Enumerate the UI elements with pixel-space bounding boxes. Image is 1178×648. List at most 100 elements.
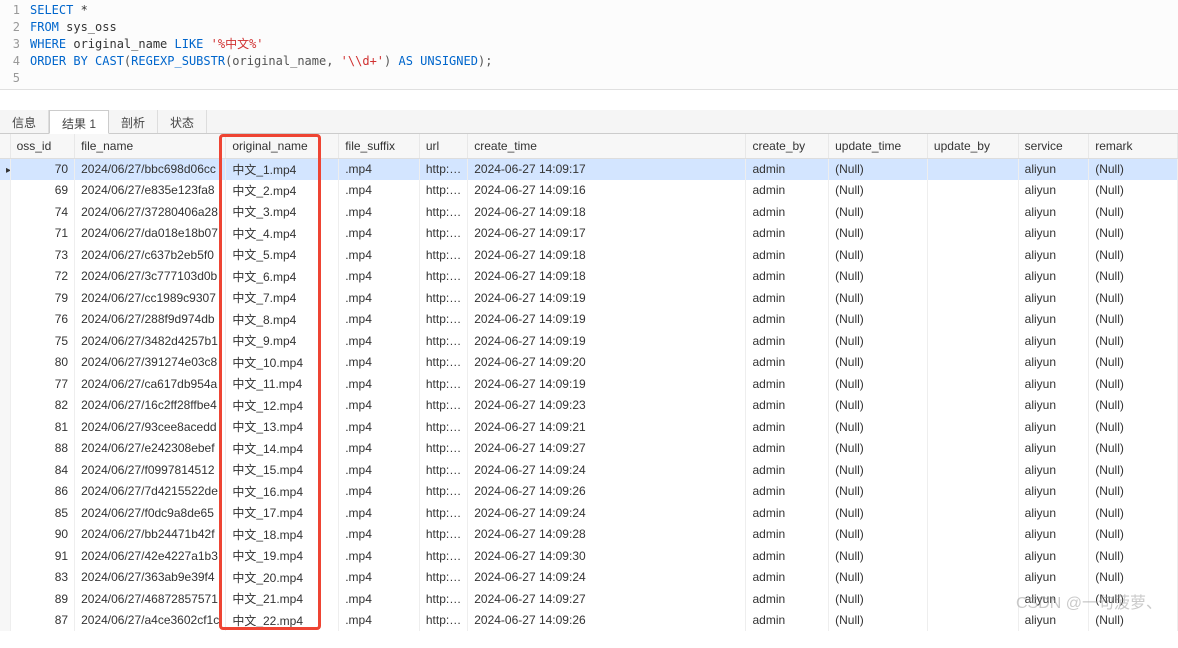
cell-create-by[interactable]: admin xyxy=(746,352,829,374)
cell-create-by[interactable]: admin xyxy=(746,481,829,503)
cell-oss-id[interactable]: 89 xyxy=(10,588,75,610)
cell-update-time[interactable]: (Null) xyxy=(829,416,928,438)
sql-editor[interactable]: 1SELECT * 2FROM sys_oss 3WHERE original_… xyxy=(0,0,1178,90)
cell-remark[interactable]: (Null) xyxy=(1089,266,1178,288)
cell-oss-id[interactable]: 79 xyxy=(10,287,75,309)
cell-service[interactable]: aliyun xyxy=(1018,201,1089,223)
cell-oss-id[interactable]: 85 xyxy=(10,502,75,524)
cell-create-time[interactable]: 2024-06-27 14:09:18 xyxy=(468,244,746,266)
cell-update-by[interactable] xyxy=(927,438,1018,460)
cell-update-time[interactable]: (Null) xyxy=(829,545,928,567)
cell-url[interactable]: http://v xyxy=(419,588,467,610)
cell-url[interactable]: http://v xyxy=(419,158,467,180)
cell-remark[interactable]: (Null) xyxy=(1089,567,1178,589)
cell-service[interactable]: aliyun xyxy=(1018,309,1089,331)
cell-file-name[interactable]: 2024/06/27/3c777103d0b xyxy=(75,266,226,288)
cell-file-name[interactable]: 2024/06/27/da018e18b07 xyxy=(75,223,226,245)
cell-create-by[interactable]: admin xyxy=(746,244,829,266)
col-remark[interactable]: remark xyxy=(1089,134,1178,158)
cell-original-name[interactable]: 中文_5.mp4 xyxy=(226,244,339,266)
cell-update-by[interactable] xyxy=(927,502,1018,524)
tab-profile[interactable]: 剖析 xyxy=(109,110,158,133)
cell-file-name[interactable]: 2024/06/27/391274e03c8 xyxy=(75,352,226,374)
col-create-time[interactable]: create_time xyxy=(468,134,746,158)
cell-file-name[interactable]: 2024/06/27/c637b2eb5f0 xyxy=(75,244,226,266)
cell-update-by[interactable] xyxy=(927,309,1018,331)
cell-file-suffix[interactable]: .mp4 xyxy=(339,201,420,223)
col-update-time[interactable]: update_time xyxy=(829,134,928,158)
cell-create-by[interactable]: admin xyxy=(746,223,829,245)
table-row[interactable]: 892024/06/27/46872857571中文_21.mp4.mp4htt… xyxy=(0,588,1178,610)
cell-update-time[interactable]: (Null) xyxy=(829,481,928,503)
cell-file-suffix[interactable]: .mp4 xyxy=(339,481,420,503)
table-row[interactable]: 862024/06/27/7d4215522de中文_16.mp4.mp4htt… xyxy=(0,481,1178,503)
table-row[interactable]: 722024/06/27/3c777103d0b中文_6.mp4.mp4http… xyxy=(0,266,1178,288)
cell-create-time[interactable]: 2024-06-27 14:09:20 xyxy=(468,352,746,374)
cell-file-suffix[interactable]: .mp4 xyxy=(339,610,420,632)
cell-remark[interactable]: (Null) xyxy=(1089,330,1178,352)
cell-oss-id[interactable]: 73 xyxy=(10,244,75,266)
cell-original-name[interactable]: 中文_4.mp4 xyxy=(226,223,339,245)
cell-create-time[interactable]: 2024-06-27 14:09:18 xyxy=(468,266,746,288)
table-row[interactable]: 842024/06/27/f0997814512中文_15.mp4.mp4htt… xyxy=(0,459,1178,481)
cell-oss-id[interactable]: 87 xyxy=(10,610,75,632)
cell-url[interactable]: http://v xyxy=(419,438,467,460)
cell-update-time[interactable]: (Null) xyxy=(829,438,928,460)
cell-file-suffix[interactable]: .mp4 xyxy=(339,180,420,202)
cell-service[interactable]: aliyun xyxy=(1018,330,1089,352)
cell-url[interactable]: http://v xyxy=(419,330,467,352)
cell-remark[interactable]: (Null) xyxy=(1089,180,1178,202)
cell-remark[interactable]: (Null) xyxy=(1089,545,1178,567)
cell-file-name[interactable]: 2024/06/27/f0997814512 xyxy=(75,459,226,481)
cell-original-name[interactable]: 中文_19.mp4 xyxy=(226,545,339,567)
cell-file-suffix[interactable]: .mp4 xyxy=(339,567,420,589)
cell-create-time[interactable]: 2024-06-27 14:09:19 xyxy=(468,309,746,331)
cell-update-by[interactable] xyxy=(927,524,1018,546)
cell-original-name[interactable]: 中文_1.mp4 xyxy=(226,158,339,180)
cell-create-by[interactable]: admin xyxy=(746,438,829,460)
cell-create-time[interactable]: 2024-06-27 14:09:24 xyxy=(468,567,746,589)
cell-create-time[interactable]: 2024-06-27 14:09:17 xyxy=(468,223,746,245)
cell-create-time[interactable]: 2024-06-27 14:09:17 xyxy=(468,158,746,180)
cell-update-time[interactable]: (Null) xyxy=(829,395,928,417)
cell-oss-id[interactable]: 75 xyxy=(10,330,75,352)
cell-url[interactable]: http://v xyxy=(419,266,467,288)
cell-original-name[interactable]: 中文_21.mp4 xyxy=(226,588,339,610)
cell-remark[interactable]: (Null) xyxy=(1089,438,1178,460)
cell-create-by[interactable]: admin xyxy=(746,524,829,546)
cell-file-name[interactable]: 2024/06/27/f0dc9a8de65 xyxy=(75,502,226,524)
cell-remark[interactable]: (Null) xyxy=(1089,416,1178,438)
table-row[interactable]: 822024/06/27/16c2ff28ffbe4中文_12.mp4.mp4h… xyxy=(0,395,1178,417)
cell-url[interactable]: http://v xyxy=(419,352,467,374)
cell-file-suffix[interactable]: .mp4 xyxy=(339,524,420,546)
cell-file-name[interactable]: 2024/06/27/ca617db954a xyxy=(75,373,226,395)
cell-update-time[interactable]: (Null) xyxy=(829,524,928,546)
cell-update-by[interactable] xyxy=(927,545,1018,567)
cell-create-time[interactable]: 2024-06-27 14:09:30 xyxy=(468,545,746,567)
cell-update-by[interactable] xyxy=(927,459,1018,481)
cell-update-by[interactable] xyxy=(927,244,1018,266)
cell-file-suffix[interactable]: .mp4 xyxy=(339,545,420,567)
cell-service[interactable]: aliyun xyxy=(1018,438,1089,460)
cell-create-by[interactable]: admin xyxy=(746,158,829,180)
cell-create-by[interactable]: admin xyxy=(746,287,829,309)
cell-oss-id[interactable]: 83 xyxy=(10,567,75,589)
cell-original-name[interactable]: 中文_14.mp4 xyxy=(226,438,339,460)
cell-create-by[interactable]: admin xyxy=(746,545,829,567)
cell-update-by[interactable] xyxy=(927,287,1018,309)
cell-update-by[interactable] xyxy=(927,158,1018,180)
cell-original-name[interactable]: 中文_8.mp4 xyxy=(226,309,339,331)
cell-remark[interactable]: (Null) xyxy=(1089,610,1178,632)
cell-file-name[interactable]: 2024/06/27/bb24471b42f xyxy=(75,524,226,546)
cell-service[interactable]: aliyun xyxy=(1018,567,1089,589)
cell-update-by[interactable] xyxy=(927,330,1018,352)
cell-remark[interactable]: (Null) xyxy=(1089,502,1178,524)
table-row[interactable]: 742024/06/27/37280406a28中文_3.mp4.mp4http… xyxy=(0,201,1178,223)
cell-service[interactable]: aliyun xyxy=(1018,416,1089,438)
col-update-by[interactable]: update_by xyxy=(927,134,1018,158)
cell-create-by[interactable]: admin xyxy=(746,330,829,352)
cell-oss-id[interactable]: 84 xyxy=(10,459,75,481)
cell-service[interactable]: aliyun xyxy=(1018,395,1089,417)
cell-url[interactable]: http://v xyxy=(419,459,467,481)
cell-update-by[interactable] xyxy=(927,395,1018,417)
